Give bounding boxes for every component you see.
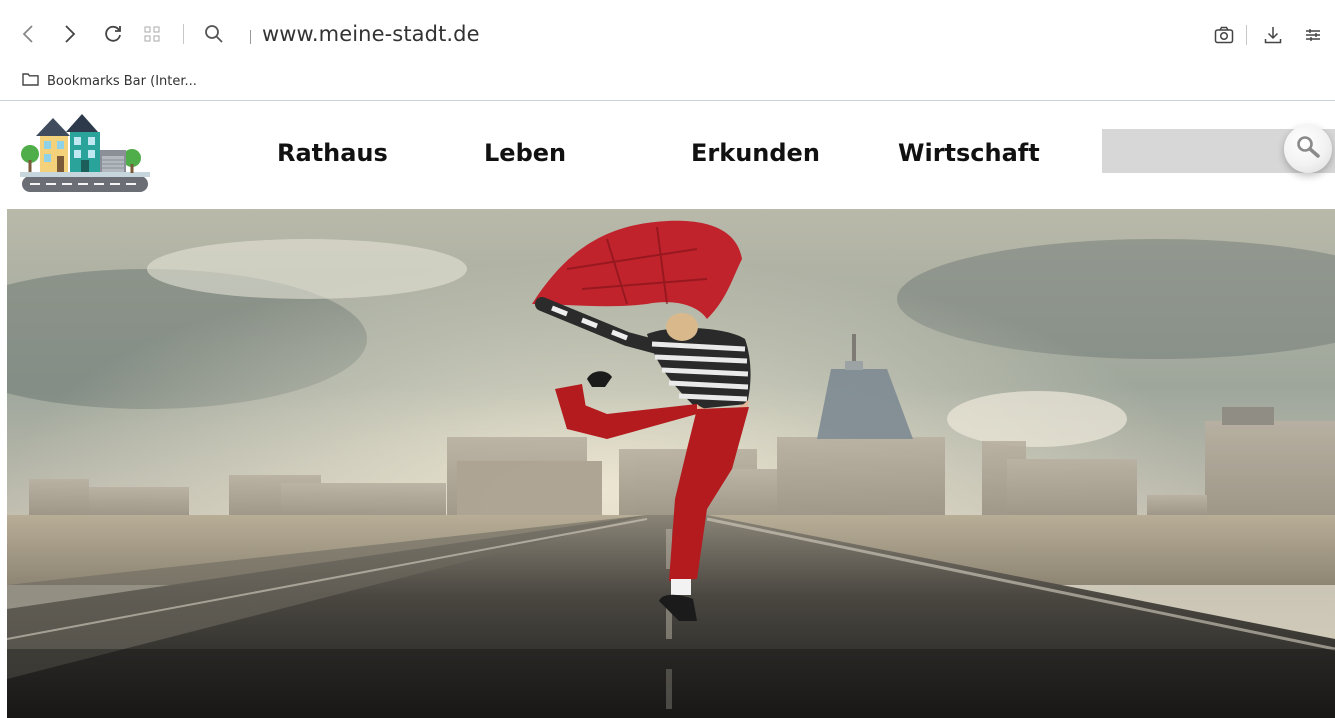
nav-item-erkunden[interactable]: Erkunden [691,139,820,167]
reload-icon[interactable] [101,22,125,46]
site-search-button[interactable] [1284,125,1332,173]
back-icon[interactable] [18,22,38,46]
nav-item-rathaus[interactable]: Rathaus [277,139,388,167]
nav-item-wirtschaft[interactable]: Wirtschaft [898,139,1040,167]
settings-icon[interactable] [1302,24,1324,46]
url-caret [250,30,251,44]
nav-item-leben[interactable]: Leben [484,139,566,167]
magnifier-icon [1295,134,1321,165]
site-logo[interactable] [16,110,152,196]
toolbar-separator [183,24,184,44]
site-header: Rathaus Leben Erkunden Wirtschaft [0,101,1335,207]
toolbar-separator-right [1246,25,1247,45]
forward-icon[interactable] [60,22,80,46]
address-bar-url[interactable]: www.meine-stadt.de [262,22,480,46]
camera-icon[interactable] [1212,24,1236,46]
bookmarks-bar: Bookmarks Bar (Inter... [22,70,197,92]
tabs-grid-icon[interactable] [142,24,162,44]
download-icon[interactable] [1262,24,1284,46]
browser-toolbar: www.meine-stadt.de [0,0,1335,66]
search-icon[interactable] [202,22,226,46]
bookmarks-folder[interactable]: Bookmarks Bar (Inter... [47,74,197,89]
hero-image [7,209,1335,718]
folder-icon [22,72,39,90]
